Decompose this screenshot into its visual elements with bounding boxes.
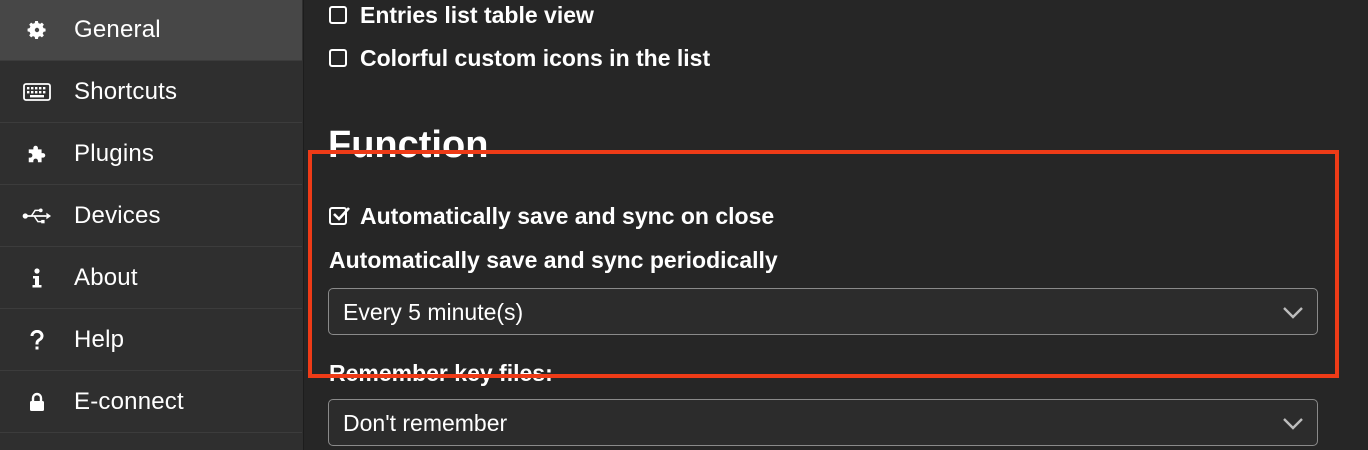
sidebar-item-devices[interactable]: Devices: [0, 186, 302, 247]
sidebar-item-label: Plugins: [74, 140, 155, 167]
settings-sidebar: General Shortcuts Plugins Devices About …: [0, 0, 304, 450]
remember-key-files-value: Don't remember: [343, 410, 508, 436]
autosave-on-close-option[interactable]: Automatically save and sync on close: [329, 201, 774, 231]
sidebar-item-about[interactable]: About: [0, 248, 302, 309]
sidebar-item-label: About: [74, 264, 138, 291]
sidebar-item-plugins[interactable]: Plugins: [0, 124, 302, 185]
function-section-title: Function: [328, 124, 489, 166]
autosave-interval-value: Every 5 minute(s): [343, 299, 524, 325]
sidebar-item-label: Devices: [74, 202, 161, 229]
autosave-on-close-label: Automatically save and sync on close: [360, 202, 775, 229]
chevron-down-icon: [1283, 307, 1303, 319]
sidebar-item-help[interactable]: Help: [0, 310, 302, 371]
usb-icon: [22, 204, 52, 228]
puzzle-icon: [22, 142, 52, 166]
lock-icon: [22, 390, 52, 414]
remember-key-files-select[interactable]: Don't remember: [328, 399, 1318, 446]
keyboard-icon: [22, 80, 52, 104]
sidebar-item-general[interactable]: General: [0, 0, 302, 61]
settings-general-panel: Entries list table view Colorful custom …: [304, 0, 1368, 450]
autosave-interval-select[interactable]: Every 5 minute(s): [328, 288, 1318, 335]
autosave-periodic-label: Automatically save and sync periodically: [329, 247, 778, 273]
checkmark-icon: [333, 207, 350, 221]
sidebar-item-label: E-connect: [74, 388, 184, 415]
settings-window: General Shortcuts Plugins Devices About …: [0, 0, 1368, 450]
sidebar-item-econnect[interactable]: E-connect: [0, 372, 302, 433]
remember-key-files-label: Remember key files:: [329, 360, 553, 386]
info-icon: [22, 266, 52, 290]
entries-table-view-option[interactable]: Entries list table view: [329, 0, 594, 30]
sidebar-item-shortcuts[interactable]: Shortcuts: [0, 62, 302, 123]
entries-table-view-checkbox[interactable]: [329, 6, 347, 24]
sidebar-item-label: Help: [74, 326, 125, 353]
question-icon: [22, 328, 52, 352]
sidebar-item-label: General: [74, 16, 161, 43]
entries-table-view-label: Entries list table view: [360, 1, 594, 28]
colorful-icons-option[interactable]: Colorful custom icons in the list: [329, 43, 710, 73]
gear-icon: [22, 18, 52, 42]
autosave-on-close-checkbox[interactable]: [329, 207, 350, 225]
chevron-down-icon: [1283, 418, 1303, 430]
colorful-icons-checkbox[interactable]: [329, 49, 347, 67]
colorful-icons-label: Colorful custom icons in the list: [360, 44, 711, 71]
sidebar-item-label: Shortcuts: [74, 78, 178, 105]
